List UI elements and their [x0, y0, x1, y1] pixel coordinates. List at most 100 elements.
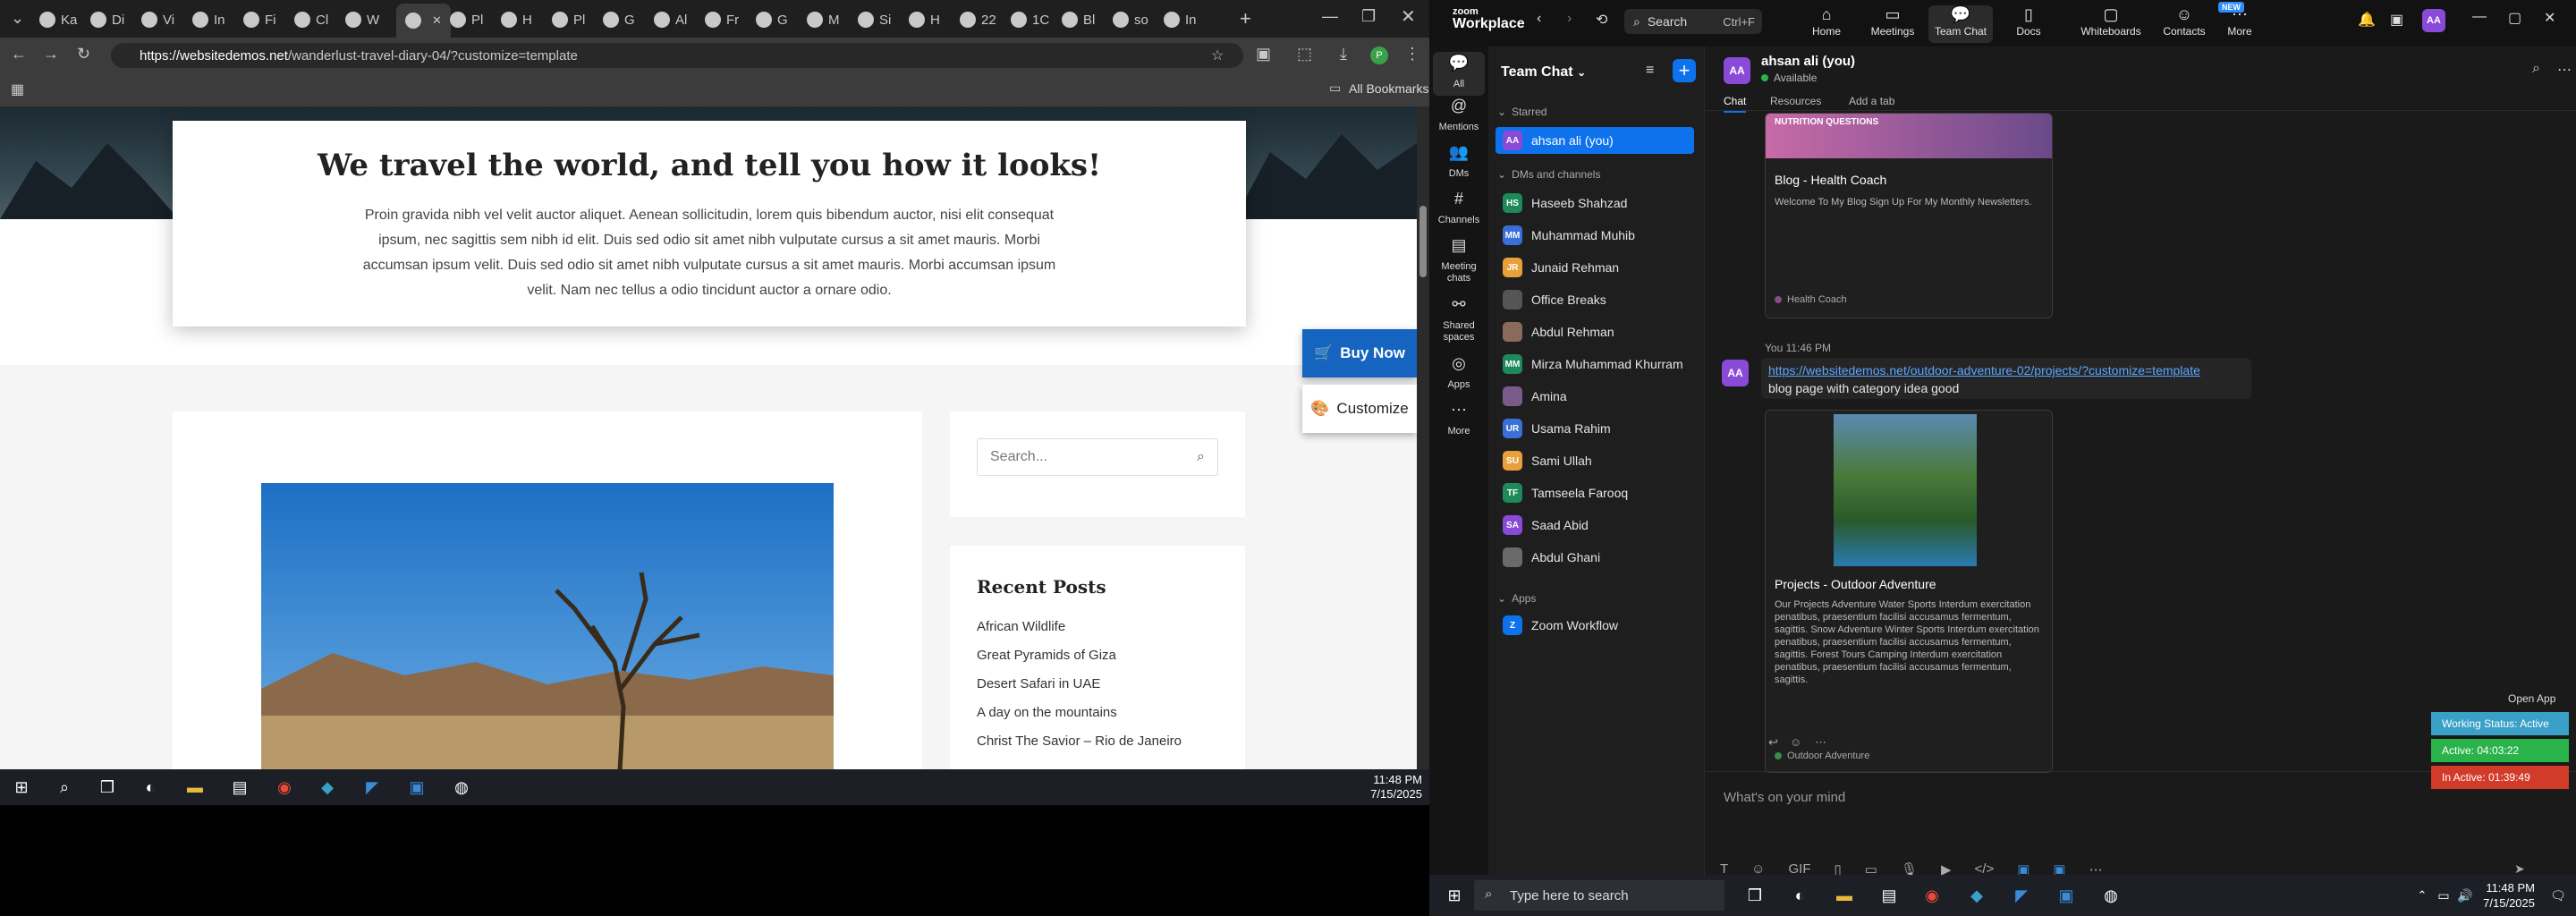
notification-icon[interactable]: 🗨	[2546, 883, 2571, 908]
file-icon[interactable]: ▯	[1835, 861, 1842, 875]
more-options-icon[interactable]: ⋯	[2557, 61, 2572, 79]
all-bookmarks-link[interactable]: All Bookmarks	[1349, 81, 1428, 96]
recent-post-link[interactable]: Great Pyramids of Giza	[977, 648, 1245, 676]
menu-kebab-icon[interactable]: ⋮	[1404, 45, 1420, 64]
browser-tab[interactable]: In	[192, 7, 225, 32]
recent-post-link[interactable]: A day on the mountains	[977, 705, 1245, 734]
browser-tab[interactable]: so	[1113, 7, 1148, 32]
section-dms[interactable]: ⌄ DMs and channels	[1497, 168, 1600, 181]
store-icon[interactable]: ▤	[1877, 883, 1902, 908]
chat-item-dm[interactable]: MM Mirza Muhammad Khurram	[1496, 351, 1694, 377]
close-tab-icon[interactable]: ✕	[432, 13, 442, 28]
zoom-taskbar-icon[interactable]: ▣	[404, 775, 429, 800]
message-link[interactable]: https://websitedemos.net/outdoor-adventu…	[1768, 363, 2244, 377]
tracker-icon[interactable]: ◍	[2098, 883, 2123, 908]
forward-icon[interactable]: →	[43, 45, 59, 64]
zoom-search[interactable]: ⌕ Search Ctrl+F	[1624, 9, 1762, 34]
new-tab-plus-icon[interactable]: +	[1240, 7, 1251, 30]
open-app-label[interactable]: Open App	[2508, 692, 2555, 705]
task-view-icon[interactable]: ❒	[95, 775, 120, 800]
browser-tab[interactable]: ✕	[396, 4, 451, 38]
recent-post-link[interactable]: African Wildlife	[977, 619, 1245, 648]
more-icon[interactable]: ⋯	[2089, 861, 2103, 875]
send-icon[interactable]: ➤	[2514, 861, 2525, 875]
chrome-icon[interactable]: ◉	[1919, 883, 1945, 908]
edge-icon[interactable]: ◐	[1787, 883, 1812, 908]
link-preview-card-health[interactable]: NUTRITION QUESTIONS Blog - Health Coach …	[1765, 113, 2053, 318]
customize-button[interactable]: 🎨 Customize	[1302, 385, 1417, 433]
reply-icon[interactable]: ↩	[1768, 735, 1778, 750]
search-icon[interactable]: ⌕	[1197, 449, 1205, 465]
browser-tab[interactable]: Bl	[1062, 7, 1095, 32]
chat-item-self[interactable]: AA ahsan ali (you)	[1496, 127, 1694, 154]
zoom-taskbar-icon[interactable]: ▣	[2054, 883, 2079, 908]
video-icon[interactable]: ▶	[1941, 861, 1952, 875]
browser-tab[interactable]: In	[1164, 7, 1197, 32]
browser-tab[interactable]: Vi	[141, 7, 174, 32]
browser-tab[interactable]: 22	[960, 7, 996, 32]
browser-tab[interactable]: Di	[90, 7, 124, 32]
search-icon[interactable]: ⌕	[2532, 61, 2540, 77]
link-preview-card-outdoor[interactable]: Projects - Outdoor Adventure Our Project…	[1765, 410, 2053, 773]
window-icon[interactable]: ▣	[2390, 11, 2403, 29]
chat-header-name[interactable]: ahsan ali (you)	[1761, 54, 1855, 69]
back-icon[interactable]: ←	[11, 45, 27, 64]
filter-icon[interactable]: ≡	[1646, 63, 1654, 79]
browser-tab[interactable]: G	[603, 7, 635, 32]
app-icon[interactable]: ▣	[2017, 861, 2029, 875]
recent-post-link[interactable]: Christ The Savior – Rio de Janeiro	[977, 734, 1245, 762]
rail-apps[interactable]: ◎ Apps	[1433, 355, 1485, 391]
chat-item-dm[interactable]: SU Sami Ullah	[1496, 447, 1694, 474]
section-starred[interactable]: ⌄ Starred	[1497, 106, 1546, 118]
close-icon[interactable]: ✕	[2544, 9, 2555, 27]
browser-tab[interactable]: M	[807, 7, 840, 32]
app-item-zoom-workflow[interactable]: Z Zoom Workflow	[1496, 612, 1694, 639]
browser-tab[interactable]: Fi	[243, 7, 276, 32]
browser-tab[interactable]: Pl	[552, 7, 585, 32]
sidebar-search-input[interactable]: Search... ⌕	[977, 438, 1218, 476]
rail-dms[interactable]: 👥 DMs	[1433, 144, 1485, 180]
chat-item-dm[interactable]: Abdul Ghani	[1496, 544, 1694, 571]
reload-icon[interactable]: ↻	[77, 45, 90, 64]
emoji-icon[interactable]: ☺	[1790, 735, 1801, 749]
format-icon[interactable]: T	[1720, 861, 1728, 875]
browser-tab[interactable]: W	[345, 7, 379, 32]
code-icon[interactable]: </>	[1975, 861, 1995, 875]
chat-item-dm[interactable]: UR Usama Rahim	[1496, 415, 1694, 442]
app-icon[interactable]: ◆	[315, 775, 340, 800]
tab-chat[interactable]: Chat	[1724, 95, 1747, 113]
chat-item-dm[interactable]: MM Muhammad Muhib	[1496, 222, 1694, 249]
browser-tab[interactable]: H	[909, 7, 940, 32]
browser-tab[interactable]: Si	[858, 7, 891, 32]
browser-tab[interactable]: Pl	[450, 7, 483, 32]
chat-item-dm[interactable]: TF Tamseela Farooq	[1496, 479, 1694, 506]
extension-icon[interactable]: ▣	[1256, 45, 1271, 64]
browser-tab[interactable]: H	[501, 7, 532, 32]
browser-tab[interactable]: Fr	[705, 7, 739, 32]
browser-tab[interactable]: 1C	[1011, 7, 1049, 32]
rail-shared-spaces[interactable]: ⚯ Shared spaces	[1433, 296, 1485, 344]
back-icon[interactable]: ‹	[1537, 11, 1541, 27]
tab-add[interactable]: Add a tab	[1849, 95, 1894, 107]
nav-team-chat[interactable]: 💬 Team Chat	[1928, 5, 1993, 43]
puzzle-icon[interactable]: ⬚	[1297, 45, 1312, 64]
minimize-icon[interactable]: —	[1322, 7, 1338, 26]
new-chat-button[interactable]: +	[1673, 59, 1696, 82]
bell-icon[interactable]: 🔔	[2358, 11, 2376, 29]
screenshot-icon[interactable]: ▭	[1865, 861, 1877, 875]
history-icon[interactable]: ⟲	[1596, 11, 1607, 29]
file-explorer-icon[interactable]: ▬	[1832, 883, 1857, 908]
tracker-icon[interactable]: ◍	[449, 775, 474, 800]
gif-icon[interactable]: GIF	[1789, 861, 1811, 875]
app-icon[interactable]: ◆	[1964, 883, 1989, 908]
browser-tab[interactable]: Ka	[39, 7, 77, 32]
page-scrollbar[interactable]	[1417, 107, 1429, 769]
user-avatar[interactable]: AA	[2422, 9, 2445, 32]
list-title[interactable]: Team Chat ⌄	[1501, 64, 1586, 81]
rail-meeting-chats[interactable]: ▤ Meeting chats	[1433, 237, 1485, 284]
download-icon[interactable]: ⤓	[1340, 45, 1347, 64]
tab-search-icon[interactable]: ⌄	[11, 9, 24, 28]
nav-whiteboards[interactable]: ▢ Whiteboards	[2072, 5, 2150, 43]
chat-item-dm[interactable]: Office Breaks	[1496, 286, 1694, 313]
volume-icon[interactable]: 🔊	[2453, 883, 2478, 908]
